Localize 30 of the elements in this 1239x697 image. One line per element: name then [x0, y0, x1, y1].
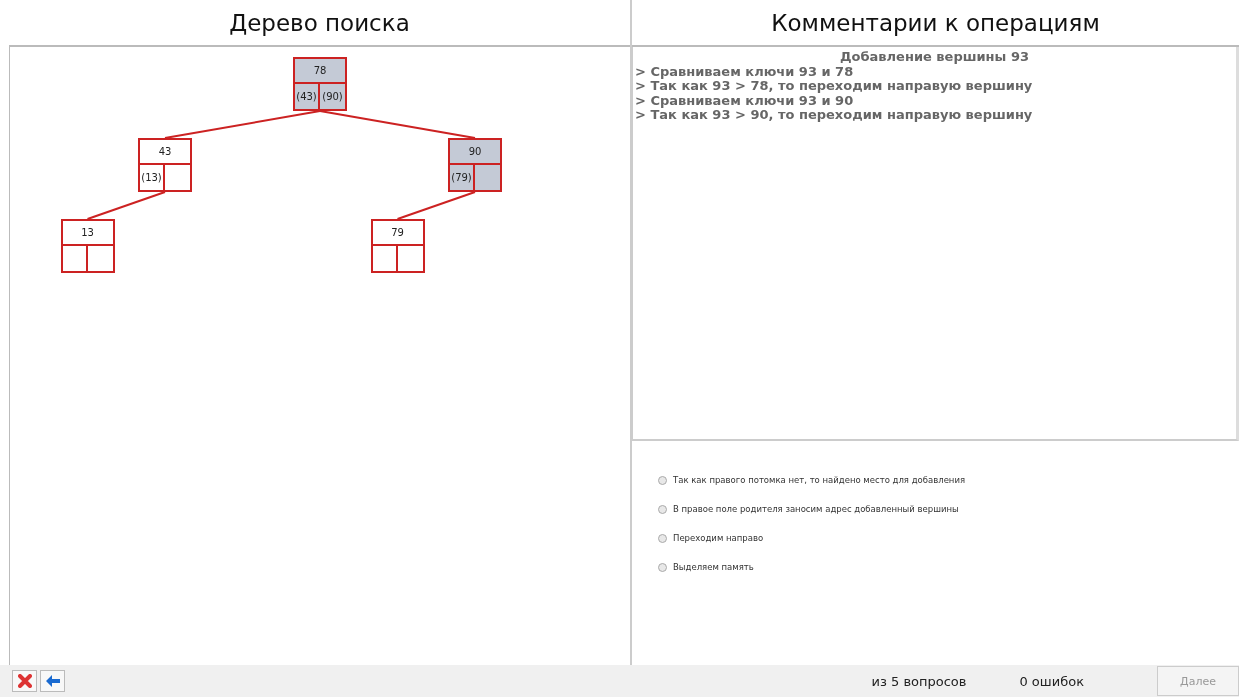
comment-line: > Сравниваем ключи 93 и 90: [635, 92, 854, 108]
option-label[interactable]: В правое поле родителя заносим адрес добавленный вершины: [673, 504, 959, 514]
left-pointer: (43): [295, 84, 320, 109]
progress-text: из 5 вопросов: [871, 673, 967, 689]
comment-line: > Так как 93 > 90, то переходим направую вершину: [635, 107, 1033, 122]
radio-button[interactable]: [658, 504, 667, 514]
comment-line: > Так как 93 > 78, то переходим направую вершину: [635, 78, 1033, 93]
close-icon: [17, 674, 32, 688]
node-key: 43: [140, 140, 190, 165]
node-key: 78: [295, 59, 345, 84]
node-key: 79: [372, 221, 423, 246]
option-label[interactable]: Выделяем память: [673, 562, 754, 572]
radio-button[interactable]: [658, 475, 667, 485]
right-pointer: (90): [321, 90, 344, 104]
node-key: 13: [62, 221, 113, 246]
radio-button[interactable]: [658, 562, 667, 572]
radio-button[interactable]: [658, 533, 667, 543]
option-label[interactable]: Переходим направо: [673, 533, 764, 543]
panel-title: Комментарии к операциям: [771, 9, 1100, 36]
option-label[interactable]: Так как правого потомка нет, то найдено место для добавления: [673, 475, 966, 485]
left-pointer: (13): [140, 165, 165, 190]
node-key: 90: [450, 140, 500, 165]
panel-title: Дерево поиска: [229, 9, 410, 36]
back-button[interactable]: [40, 670, 65, 692]
error-count: 0 ошибок: [1019, 673, 1084, 689]
close-button[interactable]: [12, 670, 37, 692]
comment-line: > Сравниваем ключи 93 и 78: [635, 63, 854, 79]
left-pointer: (79): [450, 165, 475, 190]
left-arrow-icon: [44, 675, 61, 687]
comment-heading: Добавление вершины 93: [840, 49, 1029, 64]
